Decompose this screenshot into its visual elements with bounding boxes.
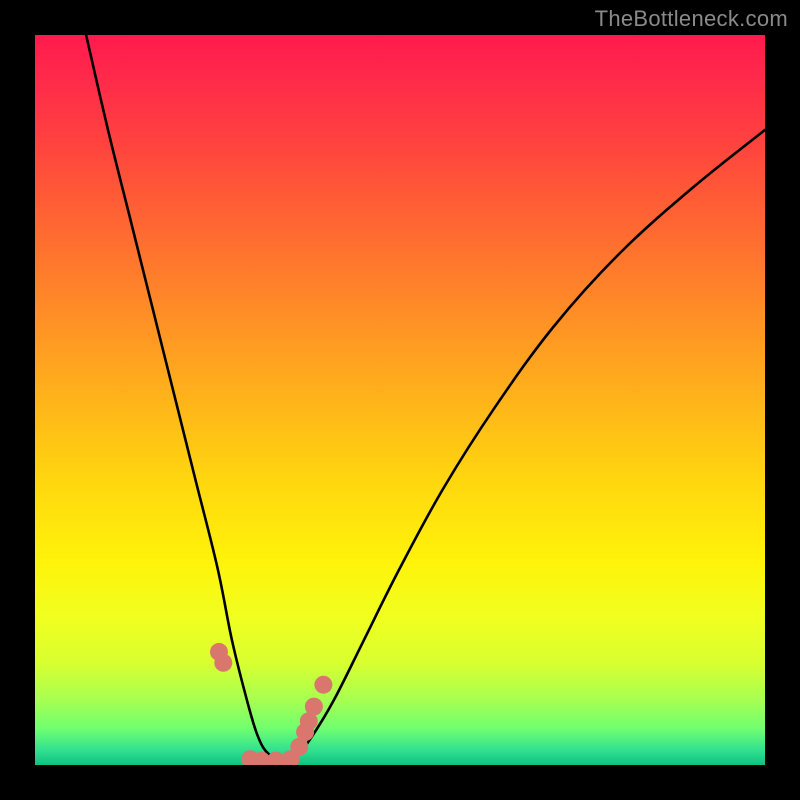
curve-layer xyxy=(35,35,765,765)
highlight-marker xyxy=(314,676,332,694)
watermark-text: TheBottleneck.com xyxy=(595,6,788,32)
highlight-marker xyxy=(305,698,323,716)
highlight-markers xyxy=(210,643,332,765)
highlight-marker xyxy=(214,654,232,672)
chart-frame: TheBottleneck.com xyxy=(0,0,800,800)
bottleneck-curve xyxy=(86,35,765,759)
plot-area xyxy=(35,35,765,765)
